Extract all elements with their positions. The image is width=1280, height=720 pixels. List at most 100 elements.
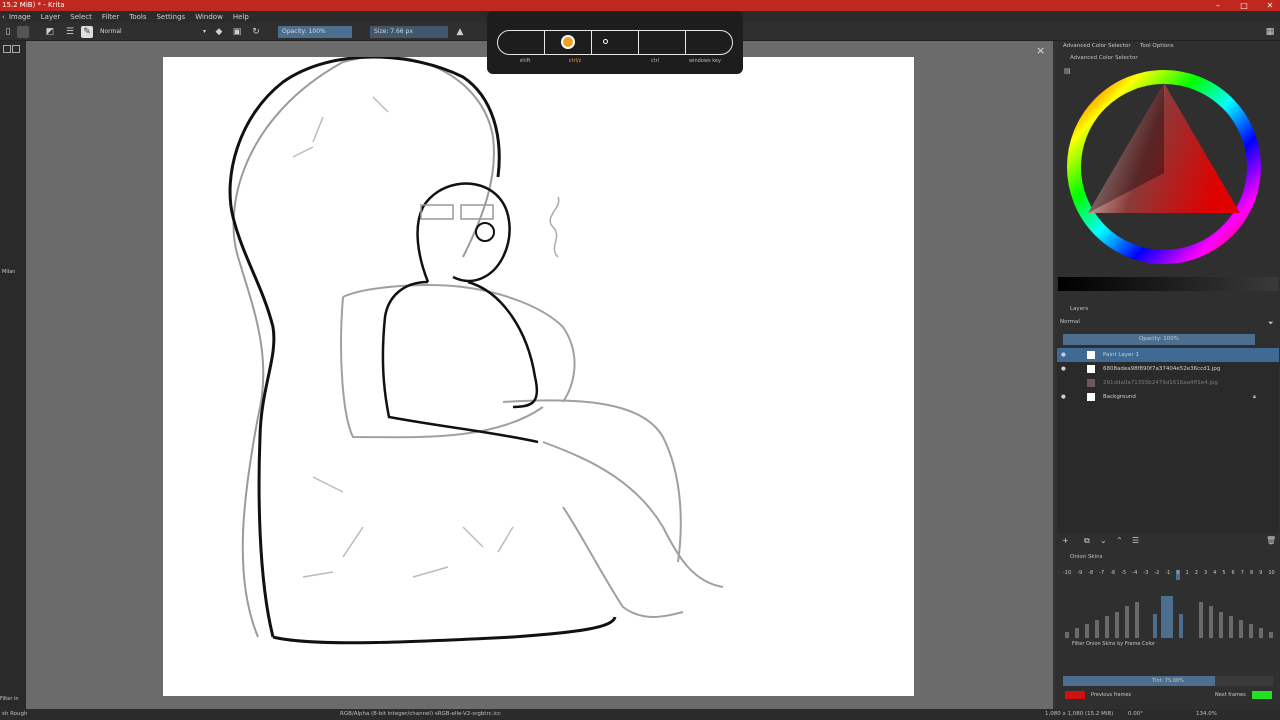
onion-frame[interactable]: 0 [1176, 570, 1180, 580]
canvas-area[interactable] [26, 41, 1053, 709]
filter-icon[interactable]: ⏷ [1268, 319, 1274, 328]
key-ctrl [639, 31, 686, 54]
key-visualizer: shift ctrl/z ctrl windows key [487, 11, 743, 74]
onion-frame[interactable]: 5 [1222, 570, 1225, 580]
onion-frame[interactable]: 3 [1204, 570, 1207, 580]
visible-icon[interactable]: ● [1061, 362, 1066, 376]
onion-frame[interactable]: -9 [1077, 570, 1082, 580]
dock-label: Filter in [0, 696, 19, 702]
key-label-win: windows key [689, 58, 721, 64]
brush-name[interactable]: sh Rough [2, 709, 28, 720]
key-label-ctrl-z: ctrl/z [568, 58, 582, 64]
brush-preset-icon[interactable]: ✎ [81, 26, 93, 38]
onion-frame[interactable]: 8 [1250, 570, 1253, 580]
blend-mode-select[interactable]: Normal ▾ [96, 26, 208, 38]
close-window-icon[interactable]: ✕ [1257, 0, 1280, 11]
onion-frame[interactable]: -6 [1110, 570, 1115, 580]
visible-icon[interactable]: ● [1061, 390, 1066, 404]
color-wheel[interactable] [1058, 63, 1276, 283]
onion-frame[interactable]: 4 [1213, 570, 1216, 580]
menu-file-partial[interactable]: ‹ [2, 13, 5, 21]
blend-mode-value: Normal [100, 28, 122, 35]
layer-properties-icon[interactable]: ☰ [1132, 536, 1139, 545]
onion-frame[interactable]: 9 [1259, 570, 1262, 580]
onion-frame[interactable]: -4 [1132, 570, 1137, 580]
onion-frame[interactable]: -5 [1121, 570, 1126, 580]
drawing [228, 55, 724, 645]
onion-frame[interactable]: 2 [1195, 570, 1198, 580]
key-alt [592, 31, 639, 54]
next-frames-color[interactable] [1252, 691, 1272, 699]
onion-frame[interactable]: 7 [1241, 570, 1244, 580]
reload-preset-icon[interactable]: ↻ [250, 26, 262, 38]
menu-image[interactable]: Image [9, 13, 31, 21]
move-up-icon[interactable]: ⌃ [1116, 536, 1123, 545]
size-slider[interactable]: Size: 7.66 px [370, 26, 448, 38]
value-slider[interactable] [1058, 277, 1278, 291]
tool-icon[interactable] [12, 45, 20, 53]
onion-frame[interactable]: 10 [1268, 570, 1274, 580]
onion-frame[interactable]: -7 [1099, 570, 1104, 580]
window-title: 15.2 MiB) * - Krita [2, 1, 65, 9]
menu-window[interactable]: Window [195, 13, 223, 21]
onion-frame[interactable]: -2 [1154, 570, 1159, 580]
mirror-icon[interactable]: ▲ [454, 26, 466, 38]
maximize-icon[interactable]: □ [1231, 0, 1257, 11]
menu-settings[interactable]: Settings [156, 13, 185, 21]
move-down-icon[interactable]: ⌄ [1100, 536, 1107, 545]
key-row [497, 30, 733, 55]
onion-frame[interactable]: 6 [1232, 570, 1235, 580]
opacity-slider[interactable]: Opacity: 100% [278, 26, 352, 38]
open-file-icon[interactable] [17, 26, 29, 38]
chevron-down-icon: ▾ [202, 28, 206, 35]
menu-select[interactable]: Select [70, 13, 92, 21]
previous-frames-color[interactable] [1065, 691, 1085, 699]
menu-tools[interactable]: Tools [129, 13, 146, 21]
onion-frame[interactable]: 1 [1186, 570, 1189, 580]
tab-color-selector[interactable]: Advanced Color Selector [1063, 43, 1131, 49]
rotation-value[interactable]: 0.00° [1128, 709, 1143, 720]
minimize-icon[interactable]: – [1205, 0, 1231, 11]
menu-layer[interactable]: Layer [41, 13, 61, 21]
close-icon[interactable]: × [1036, 44, 1045, 57]
duplicate-layer-icon[interactable]: ⧉ [1084, 536, 1090, 546]
key-ctrl-z [545, 31, 592, 54]
layer-row[interactable]: ● 6808adea98f890f7a37404e52e36ccd1.jpg [1057, 362, 1279, 376]
dock-label: Milan [2, 269, 16, 275]
workspace-icon[interactable]: ▦ [1264, 26, 1276, 38]
tint-slider[interactable]: Tint: 75.00% [1063, 676, 1273, 686]
brush-settings-icon[interactable]: ☰ [64, 26, 76, 38]
layer-row[interactable]: ● Paint Layer 1 [1057, 348, 1279, 362]
color-panel-title: Advanced Color Selector [1070, 55, 1138, 61]
visible-icon[interactable]: ● [1061, 348, 1066, 362]
layer-actions: + ⧉ ⌄ ⌃ ☰ 🗑︎ [1060, 536, 1278, 548]
onion-frame[interactable]: -8 [1088, 570, 1093, 580]
layer-name: 291dda0a71393b2479d1616aa4ff1e4.jpg [1103, 380, 1218, 386]
size-value: Size: 7.66 px [374, 28, 413, 35]
layer-opacity-value: Opacity: 100% [1138, 336, 1180, 342]
zoom-value[interactable]: 134.0% [1196, 709, 1217, 720]
onion-opacity-bars[interactable] [1063, 592, 1275, 638]
layer-thumbnail [1087, 365, 1095, 373]
layers-blend-select[interactable]: Normal [1060, 319, 1080, 325]
onion-frame[interactable]: -3 [1143, 570, 1148, 580]
layer-name: 6808adea98f890f7a37404e52e36ccd1.jpg [1103, 366, 1221, 372]
layer-row[interactable]: ● Background 🔒︎ [1057, 390, 1279, 404]
add-layer-icon[interactable]: + [1062, 536, 1069, 545]
layer-row[interactable]: 291dda0a71393b2479d1616aa4ff1e4.jpg [1057, 376, 1279, 390]
image-dimensions: 1,080 x 1,080 (15.2 MiB) [1045, 711, 1114, 717]
lock-icon[interactable]: 🔒︎ [1253, 390, 1256, 404]
preserve-alpha-icon[interactable]: ▣ [231, 26, 243, 38]
menu-filter[interactable]: Filter [102, 13, 119, 21]
menu-help[interactable]: Help [233, 13, 249, 21]
tab-tool-options[interactable]: Tool Options [1140, 43, 1174, 49]
onion-frame[interactable]: -1 [1165, 570, 1170, 580]
new-file-icon[interactable]: ▯ [2, 26, 14, 38]
tool-icon[interactable] [3, 45, 11, 53]
onion-frame[interactable]: -10 [1063, 570, 1071, 580]
swap-colors-icon[interactable]: ◩ [44, 26, 56, 38]
delete-layer-icon[interactable]: 🗑︎ [1266, 536, 1276, 545]
layer-opacity-slider[interactable]: Opacity: 100% [1063, 334, 1255, 345]
canvas-paper[interactable] [163, 55, 914, 696]
eraser-icon[interactable]: ◆ [213, 26, 225, 38]
